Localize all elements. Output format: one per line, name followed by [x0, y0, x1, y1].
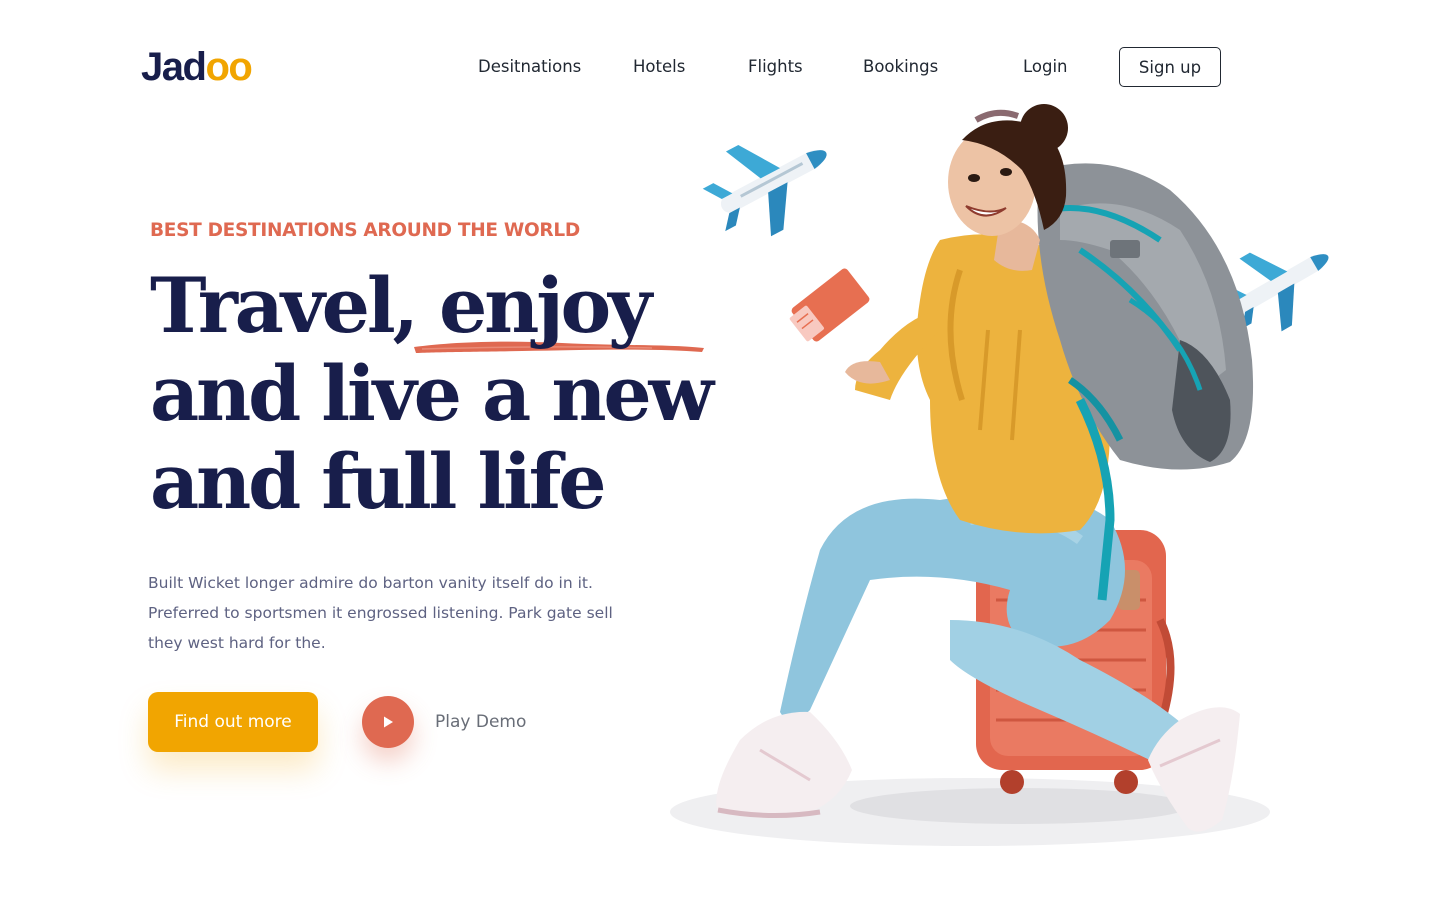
login-link[interactable]: Login: [1023, 56, 1068, 78]
play-icon: [384, 716, 393, 728]
headline-word-enjoy: enjoy: [439, 261, 652, 350]
logo[interactable]: Jadoo: [141, 44, 253, 90]
logo-accent: oo: [205, 45, 252, 89]
headline-line-1: Travel, enjoy: [150, 262, 750, 350]
hero-description: Built Wicket longer admire do barton van…: [148, 574, 613, 652]
nav-link-bookings[interactable]: Bookings: [863, 56, 938, 78]
signup-button[interactable]: Sign up: [1119, 47, 1221, 87]
hero-eyebrow: BEST DESTINATIONS AROUND THE WORLD: [150, 220, 580, 241]
find-out-more-button[interactable]: Find out more: [148, 692, 318, 752]
headline-word-travel: Travel,: [150, 261, 440, 350]
hero-headline: Travel, enjoy and live a new and full li…: [150, 262, 750, 526]
nav-link-hotels[interactable]: Hotels: [633, 56, 685, 78]
passport-icon: [789, 268, 870, 342]
play-demo-label[interactable]: Play Demo: [435, 712, 526, 732]
airplane-icon: [702, 144, 827, 237]
headline-line-2: and live a new: [150, 349, 714, 438]
nav-link-destinations[interactable]: Desitnations: [478, 56, 581, 78]
logo-text: Jad: [141, 45, 207, 89]
headline-line-3: and full life: [150, 437, 607, 526]
play-demo-button[interactable]: [362, 696, 414, 748]
nav-link-flights[interactable]: Flights: [748, 56, 803, 78]
landing-page: Jadoo Desitnations Hotels Flights Bookin…: [0, 0, 1440, 911]
